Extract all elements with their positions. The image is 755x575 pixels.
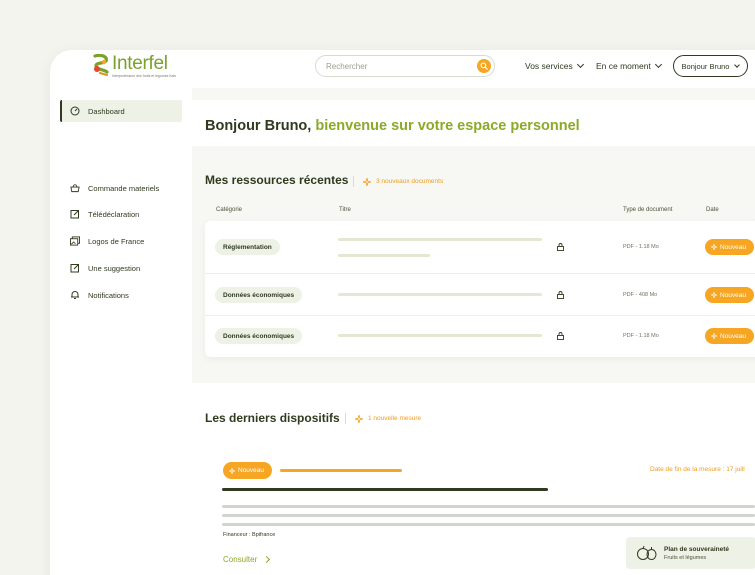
column-header-date: Date [706, 207, 719, 213]
status-label: Nouveau [238, 467, 265, 474]
sidebar-item-label: Une suggestion [88, 263, 141, 273]
logo-tagline: Interprofession des fruits et légumes fr… [112, 74, 177, 78]
table-row[interactable]: Données économiques PDF - 408 Mo Nouveau [205, 274, 755, 316]
logo-text: Interfel [112, 53, 168, 74]
souverainete-title: Plan de souveraineté [664, 545, 730, 553]
status-badge: Nouveau [223, 462, 273, 479]
bell-icon [70, 290, 80, 300]
sidebar-item-label: Dashboard [88, 106, 125, 116]
text-placeholder [222, 505, 755, 508]
document-type: PDF - 408 Mo [623, 292, 658, 298]
basket-icon [70, 183, 80, 193]
nav-en-ce-moment[interactable]: En ce moment [596, 60, 662, 71]
column-header-titre: Titre [339, 207, 351, 213]
dispositifs-title: Les derniers dispositifs [205, 411, 340, 425]
tag-placeholder [280, 469, 402, 472]
dashboard-icon [70, 106, 80, 116]
souverainete-text: Plan de souveraineté Fruits et légumes [664, 546, 729, 561]
vegetables-icon [637, 545, 657, 560]
resources-table: Réglementation PDF - 1.18 Mo Nouveau Don… [205, 221, 755, 357]
status-badge: Nouveau [705, 328, 755, 344]
sparkle-icon [363, 177, 371, 186]
text-placeholder [222, 523, 755, 526]
sparkle-icon [711, 292, 717, 298]
title-placeholder [338, 238, 542, 241]
interfel-logo-icon [92, 53, 110, 77]
status-label: Nouveau [720, 291, 747, 299]
welcome-banner: Bonjour Bruno, bienvenue sur votre espac… [192, 100, 755, 146]
column-header-type: Type de document [623, 207, 673, 213]
dispositifs-badge-label: 1 nouvelle mesure [368, 415, 422, 422]
sidebar-item-suggestion[interactable]: Une suggestion [60, 257, 182, 279]
edit-icon [70, 263, 80, 273]
financeur: Financeur : Bpifrance [223, 532, 276, 538]
user-label: Bonjour Bruno [681, 61, 730, 71]
nav-vos-services[interactable]: Vos services [525, 60, 584, 71]
title-placeholder [338, 254, 430, 257]
table-row[interactable]: Données économiques PDF - 1.18 Mo Nouvea… [205, 316, 755, 357]
resources-title: Mes ressources récentes [205, 173, 349, 187]
category-pill: Données économiques [215, 328, 303, 344]
sidebar: Dashboard Commande materiels Télédéclara… [50, 88, 192, 575]
lock-icon [557, 332, 564, 340]
text-placeholder [222, 514, 755, 517]
chevron-down-icon [654, 60, 662, 69]
sidebar-item-label: Notifications [88, 290, 129, 300]
chevron-right-icon [263, 555, 271, 564]
title-placeholder [338, 334, 542, 337]
resources-badge: 3 nouveaux documents [353, 176, 443, 187]
divider [353, 176, 354, 187]
edit-icon [70, 209, 80, 219]
search-icon [480, 62, 488, 70]
divider [345, 413, 346, 424]
end-date: Date de fin de la mesure : 17 juill [650, 466, 745, 473]
welcome-message: bienvenue sur votre espace personnel [311, 118, 580, 134]
sparkle-icon [711, 333, 717, 339]
document-type: PDF - 1.18 Mo [623, 244, 659, 250]
souverainete-tag: Plan de souveraineté Fruits et légumes [626, 537, 755, 569]
dispositifs-badge: 1 nouvelle mesure [345, 413, 421, 424]
welcome-title: Bonjour Bruno, bienvenue sur votre espac… [205, 118, 580, 134]
sidebar-item-teledeclaration[interactable]: Télédéclaration [60, 203, 182, 225]
resources-badge-label: 3 nouveaux documents [376, 178, 444, 185]
header: Interfel Interprofession des fruits et l… [50, 50, 755, 88]
welcome-greeting: Bonjour Bruno, [205, 118, 312, 134]
sidebar-item-label: Logos de France [88, 236, 145, 246]
sidebar-item-commande[interactable]: Commande materiels [60, 177, 182, 199]
chevron-down-icon [734, 61, 741, 68]
sidebar-item-notifications[interactable]: Notifications [60, 284, 182, 306]
table-row[interactable]: Réglementation PDF - 1.18 Mo Nouveau [205, 221, 755, 274]
nav-label: Vos services [525, 61, 573, 71]
sidebar-item-dashboard[interactable]: Dashboard [60, 100, 182, 122]
document-type: PDF - 1.18 Mo [623, 333, 659, 339]
sparkle-icon [229, 467, 235, 474]
souverainete-subtitle: Fruits et légumes [664, 554, 707, 561]
lock-icon [557, 243, 564, 251]
search-placeholder: Rechercher [326, 61, 368, 71]
title-placeholder [338, 293, 542, 296]
sidebar-item-logos[interactable]: Logos de France [60, 230, 182, 252]
card-title-placeholder [222, 488, 548, 491]
status-label: Nouveau [720, 243, 747, 251]
status-badge: Nouveau [705, 239, 755, 255]
search-button[interactable] [477, 59, 491, 73]
status-badge: Nouveau [705, 287, 755, 303]
user-menu-button[interactable]: Bonjour Bruno [673, 55, 748, 77]
status-label: Nouveau [720, 332, 747, 340]
sidebar-item-label: Commande materiels [88, 183, 160, 193]
consulter-label: Consulter [223, 555, 258, 564]
sidebar-item-label: Télédéclaration [88, 209, 140, 219]
category-pill: Données économiques [215, 287, 303, 303]
column-header-categorie: Catégorie [216, 207, 243, 213]
sparkle-icon [711, 244, 717, 250]
logo[interactable]: Interfel Interprofession des fruits et l… [92, 53, 176, 78]
nav-label: En ce moment [596, 61, 651, 71]
consulter-link[interactable]: Consulter [223, 555, 271, 564]
chevron-down-icon [576, 60, 584, 69]
images-icon [70, 236, 80, 246]
search-input[interactable]: Rechercher [315, 55, 495, 77]
category-pill: Réglementation [215, 239, 280, 255]
sparkle-icon [355, 414, 363, 423]
lock-icon [557, 291, 564, 299]
